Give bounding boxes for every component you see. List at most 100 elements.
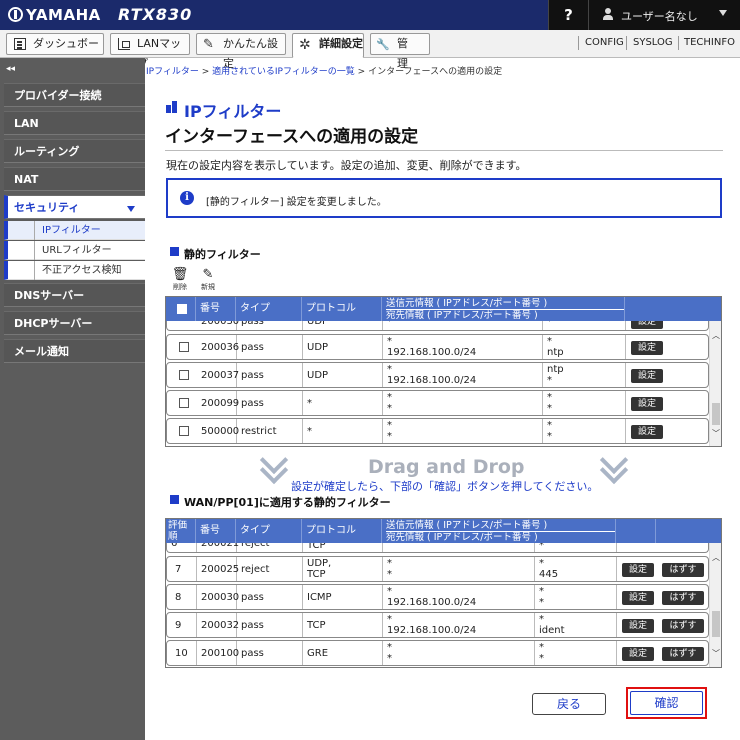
cell-port: * *: [543, 391, 626, 415]
tool-label: 削除: [173, 283, 187, 291]
breadcrumb-applied-list[interactable]: 適用されているIPフィルターの一覧: [212, 67, 355, 77]
page-subtitle: IPフィルター: [184, 102, 282, 121]
setting-button[interactable]: 設定: [631, 369, 663, 383]
header-order: 評価順: [166, 519, 196, 543]
confirm-button[interactable]: 確認: [630, 691, 703, 715]
row-checkbox[interactable]: [179, 426, 189, 436]
cell-order: 8: [167, 585, 197, 609]
header-number: 番号: [196, 297, 236, 321]
brand-text: YAMAHA: [26, 6, 101, 24]
cell-src-port: *: [535, 543, 617, 552]
src-port: *: [547, 336, 552, 347]
caret-down-icon: [127, 206, 135, 212]
cell-port: * *: [543, 419, 626, 443]
remove-button[interactable]: はずす: [662, 647, 704, 661]
remove-button[interactable]: はずす: [662, 563, 704, 577]
remove-button[interactable]: はずす: [662, 619, 704, 633]
wrench-icon: [376, 35, 390, 55]
yamaha-logo: YAMAHA: [8, 6, 101, 24]
static-table-scrollbar[interactable]: ︿ ﹀: [709, 321, 721, 446]
row-checkbox[interactable]: [179, 370, 189, 380]
dst-ip: *: [387, 653, 392, 664]
setting-button[interactable]: 設定: [622, 619, 654, 633]
table-row[interactable]: 200099 pass * * * * * 設定: [166, 390, 709, 416]
setting-button[interactable]: 設定: [631, 321, 663, 329]
sidebar-item-provider[interactable]: プロバイダー接続: [4, 83, 145, 107]
user-icon: [603, 8, 613, 20]
collapse-sidebar-icon[interactable]: ◂◂: [6, 64, 15, 74]
new-tool-button[interactable]: ✎ 新規: [199, 268, 217, 292]
table-row[interactable]: 200036 pass UDP * 192.168.100.0/24 * ntp 設…: [166, 334, 709, 360]
sidebar-item-lan[interactable]: LAN: [4, 111, 145, 135]
syslog-link[interactable]: SYSLOG: [633, 37, 673, 48]
sidebar-subitem-url-filter[interactable]: URLフィルター: [4, 241, 145, 260]
scroll-thumb[interactable]: [712, 611, 720, 637]
table-row[interactable]: 6 200021 reject TCP *: [166, 543, 709, 553]
table-row[interactable]: 10 200100 pass GRE * * * * 設定 はずす: [166, 640, 709, 666]
help-button[interactable]: ?: [548, 0, 588, 30]
setting-button[interactable]: 設定: [631, 425, 663, 439]
src-port: *: [539, 614, 544, 625]
setting-button[interactable]: 設定: [622, 563, 654, 577]
table-row[interactable]: 200030 pass UDP * * 設定: [166, 321, 709, 331]
select-all-checkbox[interactable]: [177, 304, 187, 314]
row-checkbox[interactable]: [179, 398, 189, 408]
remove-button[interactable]: はずす: [662, 591, 704, 605]
table-row[interactable]: 200037 pass UDP * 192.168.100.0/24 ntp * 設…: [166, 362, 709, 388]
setting-button[interactable]: 設定: [622, 591, 654, 605]
table-row[interactable]: 8 200030 pass ICMP * 192.168.100.0/24 * * …: [166, 584, 709, 610]
breadcrumb-ip-filter[interactable]: IPフィルター: [146, 67, 199, 77]
header-protocol: プロトコル: [302, 519, 382, 543]
user-menu[interactable]: ユーザー名なし: [588, 0, 740, 30]
scroll-down-icon[interactable]: ﹀: [711, 429, 721, 439]
config-link[interactable]: CONFIG: [585, 37, 624, 48]
chevron-down-double-icon: [598, 456, 628, 486]
src-ip: *: [387, 420, 392, 431]
cell-type: restrict: [237, 419, 303, 443]
sidebar-subitem-ip-filter[interactable]: IPフィルター: [4, 221, 145, 240]
sidebar-item-routing[interactable]: ルーティング: [4, 139, 145, 163]
cell-type: pass: [237, 321, 303, 330]
dst-port: 445: [539, 569, 559, 580]
tab-lan-map[interactable]: LANマップ: [110, 33, 190, 70]
cell-order: 10: [167, 641, 197, 665]
applied-table-scrollbar[interactable]: ︿ ﹀: [709, 543, 721, 667]
cell-protocol: UDP: [303, 321, 383, 330]
sidebar-item-dns[interactable]: DNSサーバー: [4, 283, 145, 307]
setting-button[interactable]: 設定: [631, 397, 663, 411]
scroll-thumb[interactable]: [712, 403, 720, 425]
header-order-line2: 順: [168, 531, 178, 542]
sidebar-item-security[interactable]: セキュリティ: [4, 195, 145, 219]
row-checkbox[interactable]: [179, 342, 189, 352]
techinfo-link[interactable]: TECHINFO: [684, 37, 735, 48]
scroll-up-icon[interactable]: ︿: [711, 331, 721, 341]
applied-filter-title: WAN/PP[01]に適用する静的フィルター: [170, 494, 391, 510]
delete-tool-button[interactable]: 🗑 削除: [171, 268, 189, 292]
back-button[interactable]: 戻る: [532, 693, 606, 715]
sidebar-subitem-intrusion-detection[interactable]: 不正アクセス検知: [4, 261, 145, 280]
table-row[interactable]: 9 200032 pass TCP * 192.168.100.0/24 * ide…: [166, 612, 709, 638]
cell-number: 200030: [197, 321, 239, 330]
cell-ip: * *: [383, 391, 543, 415]
tab-easy-setup[interactable]: かんたん設定: [196, 33, 286, 70]
cell-src-port: *: [543, 321, 626, 330]
sidebar-item-nat[interactable]: NAT: [4, 167, 145, 191]
scroll-up-icon[interactable]: ︿: [711, 553, 721, 563]
setting-button[interactable]: 設定: [631, 341, 663, 355]
model-name: RTX830: [118, 5, 193, 24]
sidebar-item-dhcp[interactable]: DHCPサーバー: [4, 311, 145, 335]
divider: [578, 36, 579, 50]
tab-label: 詳細設定: [319, 37, 363, 50]
tab-advanced-settings[interactable]: 詳細設定: [292, 33, 364, 58]
tab-management[interactable]: 管 理: [370, 33, 430, 70]
table-row[interactable]: 7 200025 reject UDP, TCP * * * 445 設定 はずす: [166, 556, 709, 582]
table-row[interactable]: 500000 restrict * * * * * 設定: [166, 418, 709, 444]
scroll-down-icon[interactable]: ﹀: [711, 649, 721, 659]
cell-protocol: GRE: [303, 641, 383, 665]
src-ip: *: [387, 392, 392, 403]
sidebar-item-mail[interactable]: メール通知: [4, 339, 145, 363]
dst-port: *: [547, 431, 552, 442]
header-src: 送信元情報 ( IPアドレス/ポート番号 ): [386, 520, 615, 532]
setting-button[interactable]: 設定: [622, 647, 654, 661]
tab-dashboard[interactable]: ダッシュボード: [6, 33, 104, 70]
